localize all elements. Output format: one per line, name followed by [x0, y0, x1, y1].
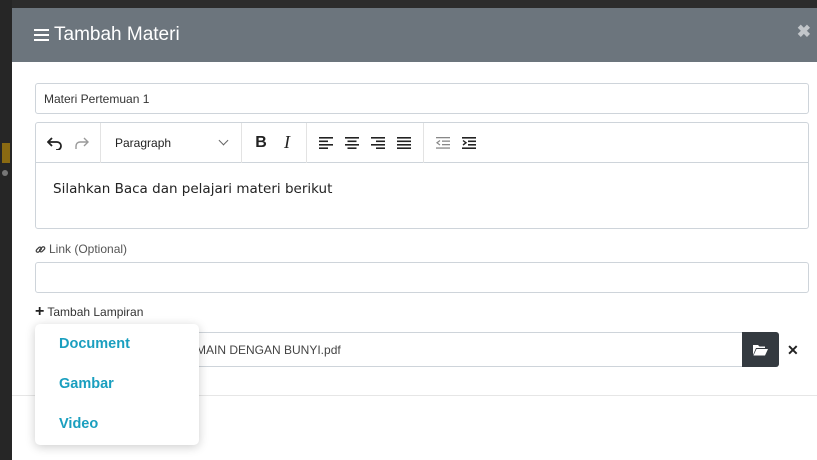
remove-attachment-icon[interactable]: ✕: [787, 342, 799, 359]
backdrop-element: [2, 143, 10, 163]
modal-header: Tambah Materi ✖: [12, 8, 817, 62]
outdent-icon[interactable]: [430, 130, 456, 156]
folder-open-icon: [753, 344, 768, 355]
chevron-down-icon: [218, 135, 229, 146]
rich-text-editor: Paragraph B I Silahkan Baca dan pelajari…: [35, 122, 809, 229]
modal-title: Tambah Materi: [54, 24, 180, 45]
editor-toolbar: Paragraph B I: [36, 122, 808, 163]
menu-item-video[interactable]: Video: [35, 412, 199, 452]
bars-icon: [34, 29, 49, 41]
plus-icon: +: [35, 303, 45, 320]
align-right-icon[interactable]: [365, 130, 391, 156]
menu-item-document[interactable]: Document: [35, 332, 199, 372]
block-format-label: Paragraph: [115, 135, 172, 150]
browse-file-button[interactable]: [742, 332, 779, 367]
editor-content[interactable]: Silahkan Baca dan pelajari materi beriku…: [36, 163, 808, 215]
link-input[interactable]: [35, 262, 809, 293]
align-center-icon[interactable]: [339, 130, 365, 156]
add-material-modal: Tambah Materi ✖ Paragraph B: [12, 8, 817, 460]
close-icon[interactable]: ✖: [797, 22, 811, 42]
link-label-text: Link (Optional): [49, 242, 128, 256]
backdrop-element: [2, 170, 8, 176]
block-format-select[interactable]: Paragraph: [107, 130, 235, 156]
menu-item-gambar[interactable]: Gambar: [35, 372, 199, 412]
align-left-icon[interactable]: [313, 130, 339, 156]
editor-text: Silahkan Baca dan pelajari materi beriku…: [53, 181, 333, 197]
attachment-type-menu: Document Gambar Video: [35, 324, 199, 445]
redo-icon[interactable]: [68, 130, 94, 156]
bold-icon[interactable]: B: [248, 130, 274, 156]
italic-icon[interactable]: I: [274, 130, 300, 156]
material-title-input[interactable]: [35, 83, 809, 114]
link-label: Link (Optional): [35, 242, 127, 256]
add-attachment-button[interactable]: + Tambah Lampiran: [35, 303, 144, 320]
add-attachment-label: Tambah Lampiran: [47, 305, 144, 319]
page-backdrop: [0, 0, 12, 460]
indent-icon[interactable]: [456, 130, 482, 156]
align-justify-icon[interactable]: [391, 130, 417, 156]
link-icon: [35, 245, 46, 253]
undo-icon[interactable]: [42, 130, 68, 156]
